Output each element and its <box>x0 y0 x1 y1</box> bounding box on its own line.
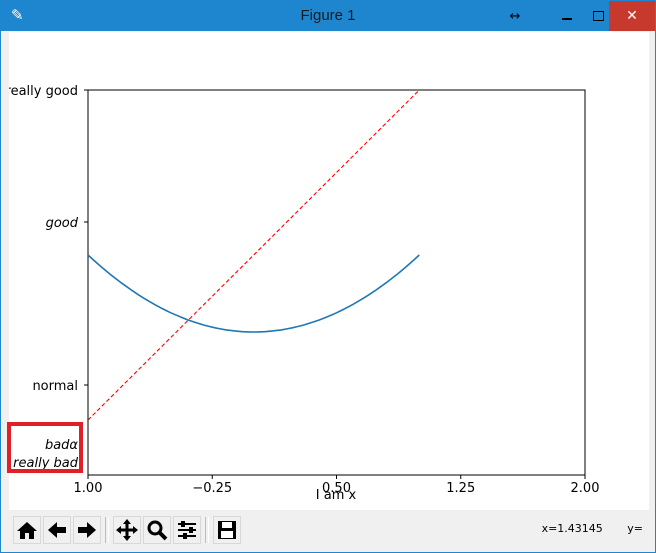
pan-button[interactable] <box>113 516 141 544</box>
minimize-icon <box>562 18 572 20</box>
axes-frame <box>87 89 586 476</box>
plot-svg: 1.00 −0.25 0.50 1.25 2.00 really goodgoodnor… <box>6 84 600 503</box>
zoom-icon <box>147 520 168 541</box>
maximize-icon <box>592 11 604 21</box>
configure-subplots-icon <box>178 521 196 539</box>
resize-arrows-icon[interactable]: ↔ <box>498 1 532 31</box>
x-tick-label: 1.25 <box>446 481 475 496</box>
back-arrow-icon <box>48 522 66 538</box>
plot-canvas[interactable]: 1.00 −0.25 0.50 1.25 2.00 really good good nor… <box>6 32 649 510</box>
title-bar[interactable]: ✎ Figure 1 ↔ ✕ <box>1 1 655 31</box>
series-line-line <box>88 90 420 421</box>
y-tick-label: really bad <box>13 456 79 471</box>
forward-arrow-icon <box>78 522 96 538</box>
y-tick-label: good <box>46 216 79 231</box>
y-tick-layer: really good good normal badα really bad <box>6 84 88 471</box>
back-button[interactable] <box>43 516 71 544</box>
toolbar-separator <box>105 517 109 543</box>
y-tick-label: normal <box>32 379 78 394</box>
x-axis-label: I am x <box>316 488 357 503</box>
x-tick-label: 2.00 <box>571 481 600 496</box>
minimize-button[interactable] <box>550 1 584 31</box>
series-line-curve <box>88 254 420 333</box>
series-layer <box>88 90 420 421</box>
close-button[interactable]: ✕ <box>609 1 655 31</box>
close-icon: ✕ <box>626 8 638 24</box>
navigation-toolbar: x=1.43145 y= <box>9 511 649 548</box>
home-button[interactable] <box>13 516 41 544</box>
configure-subplots-button[interactable] <box>173 516 201 544</box>
zoom-button[interactable] <box>143 516 171 544</box>
save-button[interactable] <box>213 516 241 544</box>
pan-icon <box>116 519 138 541</box>
x-tick-label: −0.25 <box>192 481 232 496</box>
forward-button[interactable] <box>73 516 101 544</box>
home-icon <box>17 522 37 539</box>
cursor-coordinates: x=1.43145 y= <box>541 522 643 535</box>
y-tick-label: really good <box>9 84 78 99</box>
x-tick-label: 1.00 <box>74 481 103 496</box>
toolbar-separator <box>205 517 209 543</box>
save-icon <box>218 521 236 539</box>
figure-window: ✎ Figure 1 ↔ ✕ 1.00 −0.25 0.50 1.25 2.00 rea… <box>0 0 656 553</box>
y-tick-label: badα <box>45 438 78 453</box>
